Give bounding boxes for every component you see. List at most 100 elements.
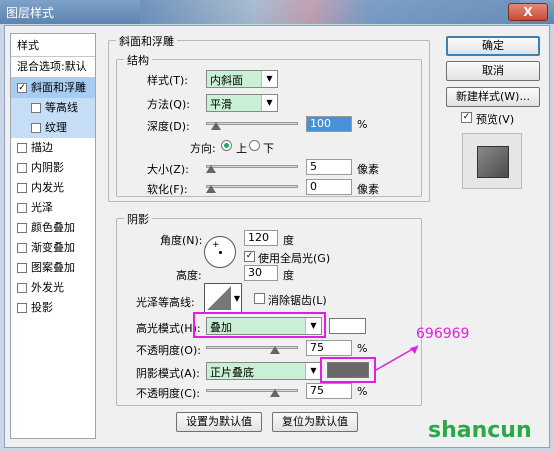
soften-slider[interactable] xyxy=(206,185,298,188)
bevel-group-title: 斜面和浮雕 xyxy=(116,33,177,49)
sidebar-item-label: 描边 xyxy=(31,141,53,154)
soften-unit: 像素 xyxy=(357,183,379,196)
shadow-opacity-input[interactable]: 75 xyxy=(306,383,352,399)
cancel-button[interactable]: 取消 xyxy=(446,61,540,81)
size-slider-handle[interactable] xyxy=(206,165,216,173)
sidebar-item[interactable]: 等高线 xyxy=(11,98,95,118)
size-unit: 像素 xyxy=(357,163,379,176)
shadow-opacity-slider-handle[interactable] xyxy=(270,389,280,397)
sidebar-item-checkbox[interactable] xyxy=(17,163,27,173)
angle-dial-crosshair-icon: + xyxy=(212,240,220,250)
sidebar-item-label: 等高线 xyxy=(45,101,78,114)
sidebar-item-label: 图案叠加 xyxy=(31,261,75,274)
preview-label: 预览(V) xyxy=(476,113,515,126)
style-list: 样式 混合选项:默认 ✓ 斜面和浮雕等高线纹理描边内阴影内发光 光泽 颜色叠加渐变叠加… xyxy=(10,33,96,439)
sidebar-item[interactable]: 描边 xyxy=(11,138,95,158)
shadow-mode-dropdown[interactable]: 正片叠底 ▼ xyxy=(206,362,322,380)
sidebar-item-checkbox[interactable] xyxy=(17,263,27,273)
direction-up-label: 上 xyxy=(236,142,247,155)
style-label: 样式(T): xyxy=(147,74,189,87)
highlight-opacity-slider[interactable] xyxy=(206,346,298,349)
chevron-down-icon: ▼ xyxy=(233,294,240,303)
global-light-label: 使用全局光(G) xyxy=(258,252,331,265)
altitude-unit: 度 xyxy=(283,269,294,282)
close-button[interactable]: X xyxy=(508,3,548,21)
reset-default-button[interactable]: 复位为默认值 xyxy=(272,412,358,432)
title-bar-background xyxy=(140,0,520,24)
sidebar-item-checkbox[interactable]: ✓ xyxy=(17,83,27,93)
sidebar-item-label: 斜面和浮雕 xyxy=(31,81,86,94)
sidebar-item-label: 渐变叠加 xyxy=(31,241,75,254)
anti-alias-checkbox[interactable] xyxy=(254,293,265,304)
sidebar-item[interactable]: ✓ 斜面和浮雕 xyxy=(11,78,95,98)
highlight-mode-dropdown[interactable]: 叠加 ▼ xyxy=(206,317,322,335)
shadow-color-swatch[interactable] xyxy=(327,362,369,378)
angle-label: 角度(N): xyxy=(160,234,203,247)
gloss-contour-picker[interactable]: ▼ xyxy=(204,283,242,313)
highlight-opacity-slider-handle[interactable] xyxy=(270,346,280,354)
chevron-down-icon: ▼ xyxy=(305,363,321,379)
global-light-checkbox[interactable]: ✓ xyxy=(244,251,255,262)
sidebar-item-checkbox[interactable] xyxy=(31,123,41,133)
sidebar-item-checkbox[interactable] xyxy=(17,143,27,153)
sidebar-item-checkbox[interactable] xyxy=(17,303,27,313)
angle-input[interactable]: 120 xyxy=(244,230,278,246)
chevron-down-icon: ▼ xyxy=(261,95,277,111)
sidebar-item[interactable]: 颜色叠加 xyxy=(11,218,95,238)
altitude-label: 高度: xyxy=(176,269,202,282)
size-slider[interactable] xyxy=(206,165,298,168)
sidebar-item-label: 外发光 xyxy=(31,281,64,294)
angle-dial-center xyxy=(219,251,222,254)
gloss-contour-label: 光泽等高线: xyxy=(136,296,195,309)
altitude-input[interactable]: 30 xyxy=(244,265,278,281)
angle-dial[interactable]: + xyxy=(204,236,236,268)
sidebar-item-label: 内阴影 xyxy=(31,161,64,174)
direction-up-radio[interactable] xyxy=(221,140,232,151)
sidebar-item[interactable]: 内阴影 xyxy=(11,158,95,178)
shading-title: 阴影 xyxy=(124,211,152,227)
depth-label: 深度(D): xyxy=(147,120,190,133)
direction-down-radio[interactable] xyxy=(249,140,260,151)
sidebar-item[interactable]: 光泽 xyxy=(11,198,95,218)
new-style-button[interactable]: 新建样式(W)... xyxy=(446,87,540,107)
technique-dropdown[interactable]: 平滑 ▼ xyxy=(206,94,278,112)
sidebar-item-checkbox[interactable] xyxy=(17,223,27,233)
preview-checkbox[interactable]: ✓ xyxy=(461,112,472,123)
sidebar-item-checkbox[interactable] xyxy=(17,183,27,193)
sidebar-item-checkbox[interactable] xyxy=(17,203,27,213)
soften-input[interactable]: 0 xyxy=(306,179,352,195)
size-input[interactable]: 5 xyxy=(306,159,352,175)
anti-alias-label: 消除锯齿(L) xyxy=(268,294,327,307)
depth-input[interactable]: 100 xyxy=(306,116,352,132)
annotation-arrow-icon xyxy=(375,345,419,371)
sidebar-item-checkbox[interactable] xyxy=(17,283,27,293)
sidebar-item[interactable]: 外发光 xyxy=(11,278,95,298)
preview-swatch xyxy=(477,146,509,178)
highlight-opacity-input[interactable]: 75 xyxy=(306,340,352,356)
sidebar-item[interactable]: 投影 xyxy=(11,298,95,318)
style-preview xyxy=(462,133,522,189)
sidebar-item-checkbox[interactable] xyxy=(17,243,27,253)
sidebar-item[interactable]: 内发光 xyxy=(11,178,95,198)
make-default-button[interactable]: 设置为默认值 xyxy=(176,412,262,432)
direction-label: 方向: xyxy=(190,142,216,155)
soften-slider-handle[interactable] xyxy=(206,185,216,193)
watermark-logo: shancun xyxy=(428,418,532,443)
direction-down-label: 下 xyxy=(263,142,274,155)
highlight-color-swatch[interactable] xyxy=(329,318,366,334)
sidebar-item[interactable]: 纹理 xyxy=(11,118,95,138)
ok-button[interactable]: 确定 xyxy=(446,36,540,56)
sidebar-item-label: 投影 xyxy=(31,301,53,314)
sidebar-item[interactable]: 图案叠加 xyxy=(11,258,95,278)
chevron-down-icon: ▼ xyxy=(305,318,321,334)
list-header-styles[interactable]: 样式 xyxy=(11,36,95,56)
title-bar: 图层样式 X xyxy=(0,0,554,24)
list-item-blend-options[interactable]: 混合选项:默认 xyxy=(11,57,95,77)
sidebar-item[interactable]: 渐变叠加 xyxy=(11,238,95,258)
depth-slider-handle[interactable] xyxy=(211,122,221,130)
depth-unit: % xyxy=(357,118,368,131)
style-dropdown[interactable]: 内斜面 ▼ xyxy=(206,70,278,88)
sidebar-item-checkbox[interactable] xyxy=(31,103,41,113)
chevron-down-icon: ▼ xyxy=(261,71,277,87)
shadow-opacity-slider[interactable] xyxy=(206,389,298,392)
